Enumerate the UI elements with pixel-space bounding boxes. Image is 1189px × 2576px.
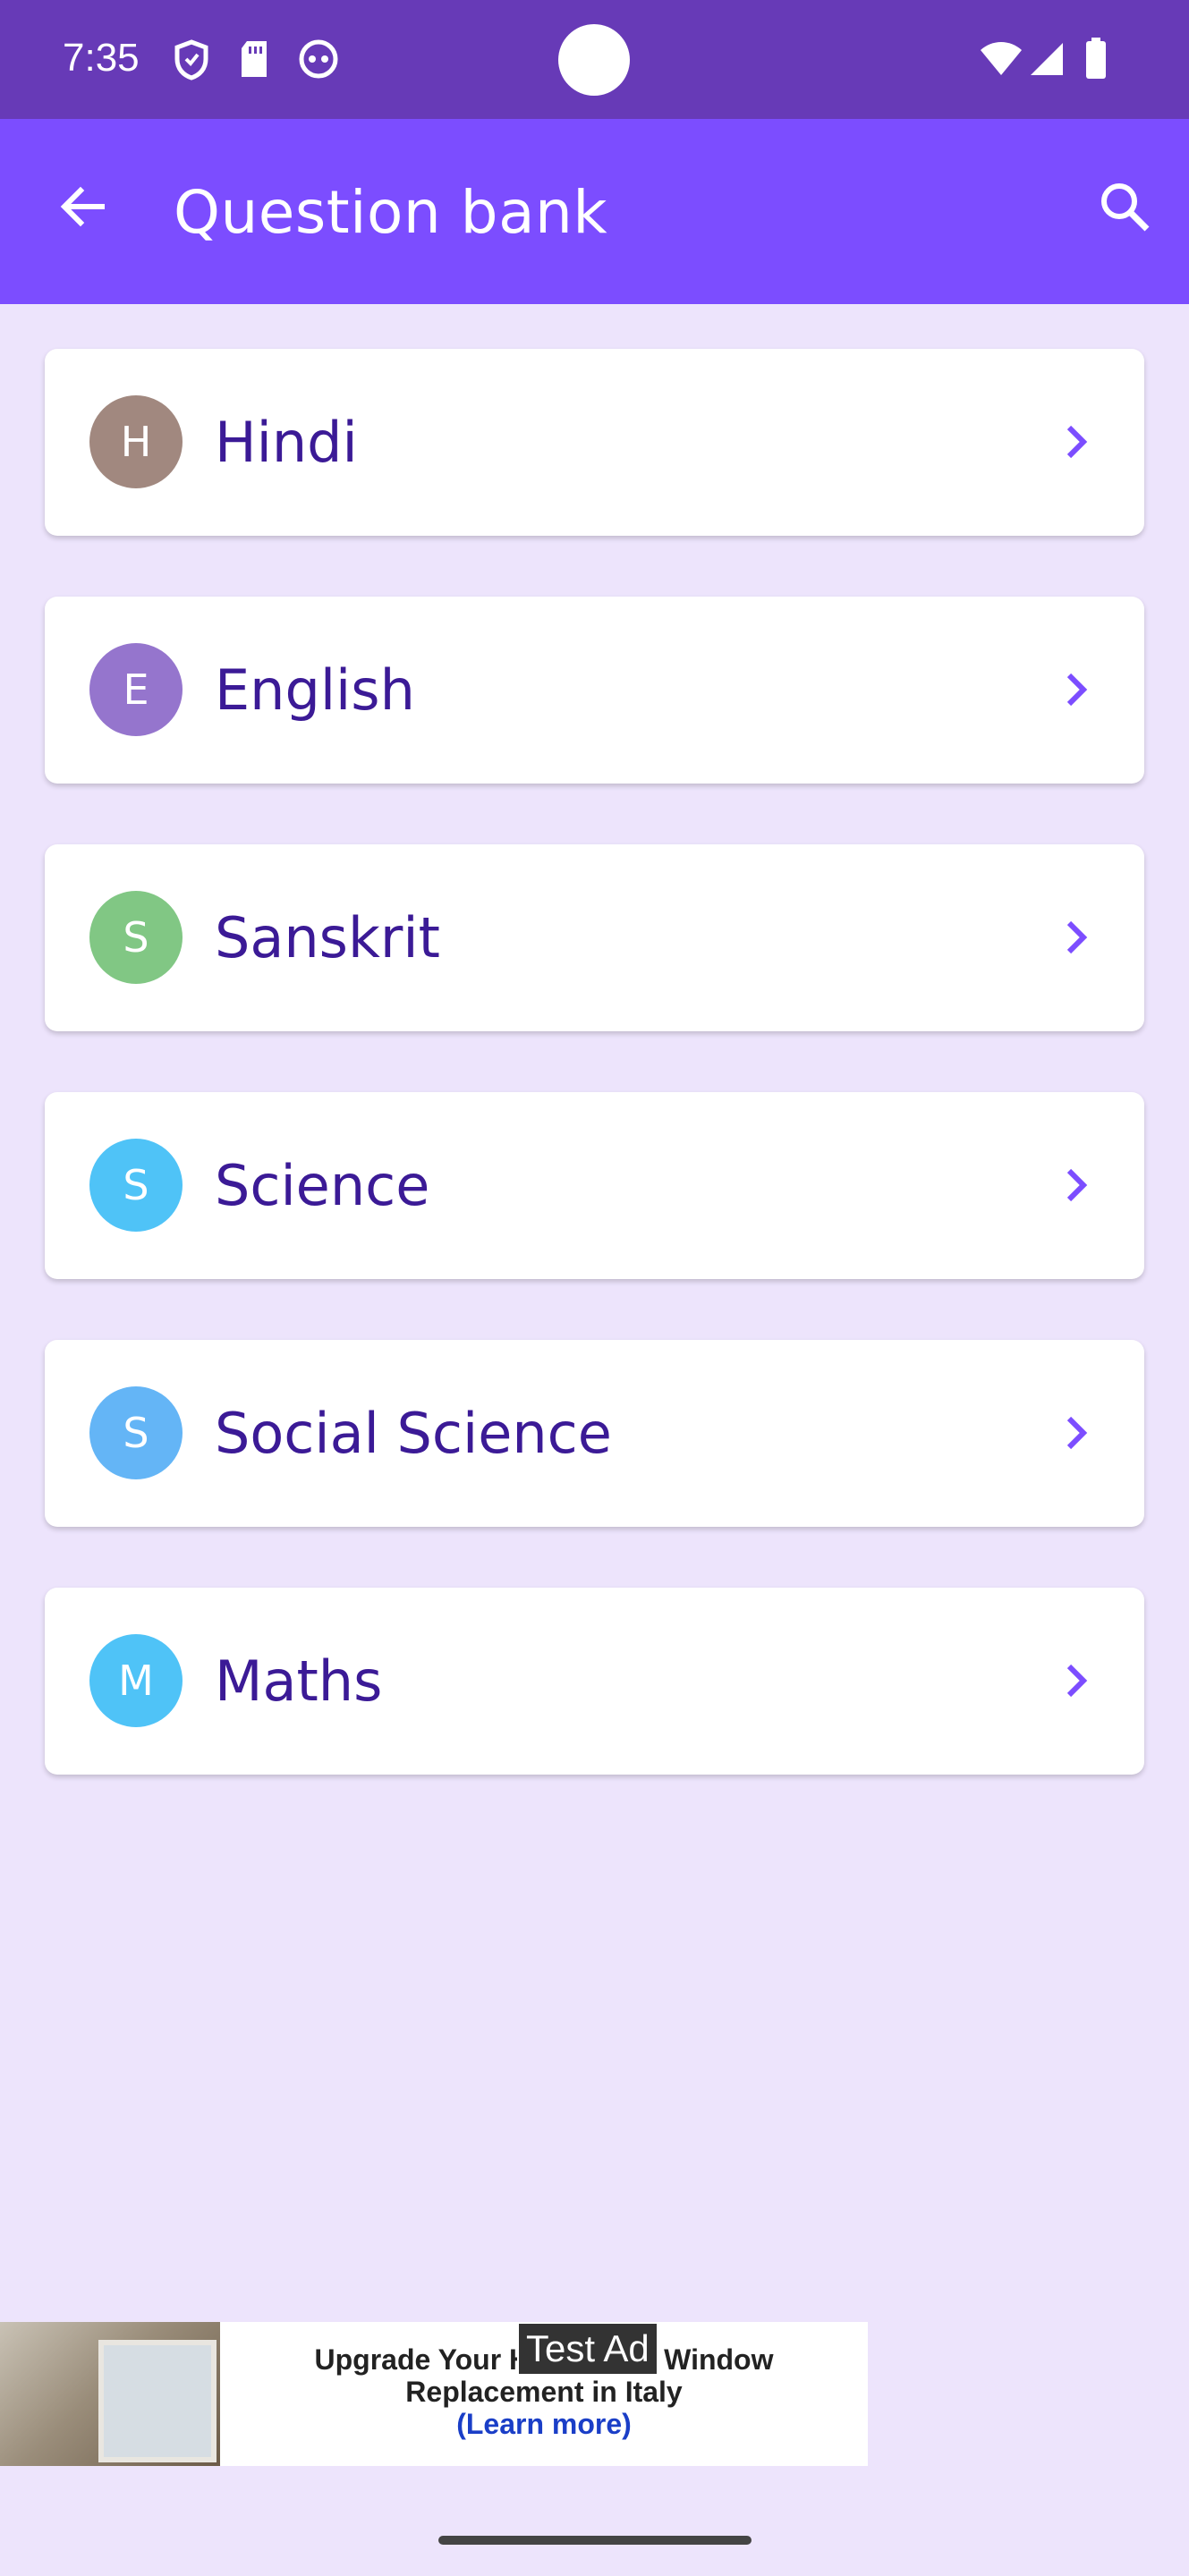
status-bar: 7:35 xyxy=(0,0,1189,119)
subject-item-sanskrit[interactable]: S Sanskrit xyxy=(45,844,1144,1031)
subject-item-hindi[interactable]: H Hindi xyxy=(45,349,1144,536)
test-ad-badge: Test Ad xyxy=(517,2322,658,2376)
ad-image xyxy=(0,2322,220,2466)
camera-cutout xyxy=(558,24,630,96)
subject-label: Hindi xyxy=(215,410,358,475)
subject-label: English xyxy=(215,657,415,723)
avatar: S xyxy=(89,1139,183,1232)
search-icon xyxy=(1099,181,1151,236)
battery-icon xyxy=(1084,38,1108,82)
cellular-icon xyxy=(1029,41,1065,80)
page-title: Question bank xyxy=(174,178,608,247)
shield-icon xyxy=(174,39,209,84)
subject-item-maths[interactable]: M Maths xyxy=(45,1588,1144,1775)
status-time: 7:35 xyxy=(63,36,140,80)
app-bar: Question bank xyxy=(0,119,1189,304)
subject-label: Science xyxy=(215,1153,430,1218)
chevron-right-icon xyxy=(1053,1410,1100,1456)
wifi-icon xyxy=(979,41,1023,80)
home-indicator[interactable] xyxy=(438,2536,752,2545)
subject-label: Social Science xyxy=(215,1401,612,1466)
arrow-back-icon xyxy=(57,182,107,235)
chevron-right-icon xyxy=(1053,914,1100,961)
chevron-right-icon xyxy=(1053,1657,1100,1704)
subject-label: Sanskrit xyxy=(215,905,440,970)
subject-label: Maths xyxy=(215,1648,383,1714)
avatar: E xyxy=(89,643,183,736)
chevron-right-icon xyxy=(1053,1162,1100,1208)
android-icon xyxy=(299,39,338,82)
back-button[interactable] xyxy=(47,173,118,244)
avatar: S xyxy=(89,891,183,984)
ad-line1: Upgrade Your H xyxy=(314,2343,531,2376)
window-illustration xyxy=(98,2340,217,2462)
ad-line1-tail: Window xyxy=(664,2343,774,2376)
subject-item-english[interactable]: E English xyxy=(45,597,1144,784)
subject-item-social-science[interactable]: S Social Science xyxy=(45,1340,1144,1527)
avatar: S xyxy=(89,1386,183,1479)
subject-list: H Hindi E English S Sanskrit S Science S… xyxy=(45,349,1144,1835)
search-button[interactable] xyxy=(1087,171,1162,246)
chevron-right-icon xyxy=(1053,419,1100,465)
sd-card-icon xyxy=(238,39,270,82)
avatar: M xyxy=(89,1634,183,1727)
ad-line2: Replacement in Italy xyxy=(405,2376,683,2408)
chevron-right-icon xyxy=(1053,666,1100,713)
ad-learn-more-link[interactable]: (Learn more) xyxy=(220,2408,868,2440)
avatar: H xyxy=(89,395,183,488)
ad-banner[interactable]: Upgrade Your H Window Replacement in Ital… xyxy=(0,2322,868,2466)
subject-item-science[interactable]: S Science xyxy=(45,1092,1144,1279)
